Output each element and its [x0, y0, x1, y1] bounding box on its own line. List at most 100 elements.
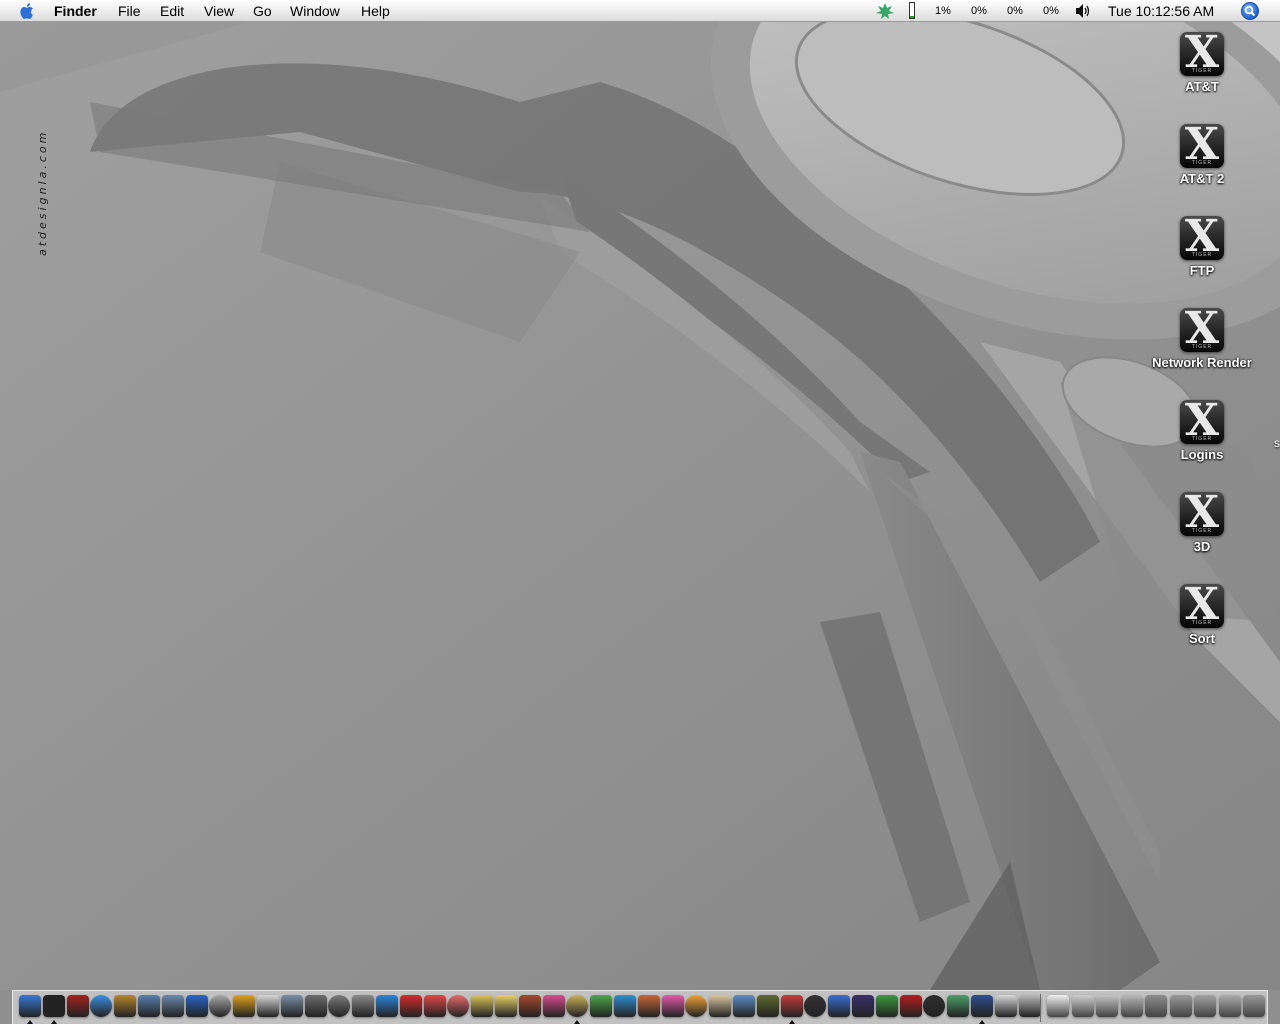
dock-acrobat-distiller-icon[interactable]	[447, 995, 470, 1017]
dock-image-capture-icon[interactable]	[280, 995, 303, 1017]
dock-money-icon[interactable]	[233, 995, 256, 1017]
desktop-icon-label: Logins	[1180, 447, 1224, 462]
dock-trash-icon[interactable]	[1243, 995, 1265, 1017]
dock-dreamweaver-icon[interactable]	[875, 995, 898, 1017]
dock-photo-app-icon[interactable]	[471, 995, 494, 1017]
tiger-x-icon: X TIGER	[1180, 400, 1224, 444]
dock-lantern-icon[interactable]	[852, 995, 874, 1017]
desktop-icon-label: FTP	[1189, 263, 1215, 278]
dock-butterfly-icon[interactable]	[542, 995, 565, 1017]
dock-clapboard-icon[interactable]	[804, 995, 827, 1017]
menu-clock[interactable]: Tue 10:12:56 AM	[1108, 2, 1214, 20]
dock-utility-a-icon[interactable]	[304, 995, 327, 1017]
desktop-icon-att[interactable]: X TIGER AT&T	[1144, 32, 1260, 94]
dock-window-d-icon[interactable]	[1218, 995, 1241, 1017]
tiger-x-icon: X TIGER	[1180, 216, 1224, 260]
running-indicator	[979, 1020, 985, 1024]
dock-dictionary-icon[interactable]	[66, 995, 89, 1017]
leaf-icon[interactable]	[874, 2, 896, 20]
desktop-icon-ftp[interactable]: X TIGER FTP	[1144, 216, 1260, 278]
dock-flash-icon[interactable]	[899, 995, 922, 1017]
dock-doc-stack-c-icon[interactable]	[1120, 995, 1143, 1017]
dock-dvd-player-icon[interactable]	[42, 995, 65, 1017]
dock-flash-player-icon[interactable]	[923, 995, 946, 1017]
menu-go[interactable]: Go	[253, 2, 272, 20]
wallpaper-watermark: atdesignla.com	[36, 129, 49, 257]
dock-flower-b-icon[interactable]	[685, 995, 708, 1017]
dock-target-icon[interactable]	[780, 995, 803, 1017]
dock-address-book-icon[interactable]	[114, 995, 137, 1017]
apple-menu-icon[interactable]	[18, 2, 38, 20]
dock-word-icon[interactable]	[971, 995, 993, 1017]
dock-preview-icon[interactable]	[138, 995, 160, 1017]
dock-flower-a-icon[interactable]	[661, 995, 684, 1017]
desktop-icon-att-2[interactable]: X TIGER AT&T 2	[1144, 124, 1260, 186]
cpu-meter-4[interactable]: 0%	[1043, 3, 1059, 19]
dock-sun-app-icon[interactable]	[495, 995, 517, 1017]
tiger-x-icon: X TIGER	[1180, 492, 1224, 536]
dock-textedit-icon[interactable]	[257, 995, 279, 1017]
dock-quicktime-icon[interactable]	[376, 995, 398, 1017]
cpu-meter-1[interactable]: 1%	[935, 3, 951, 19]
dock-wave-app-icon[interactable]	[614, 995, 636, 1017]
spotlight-icon[interactable]	[1241, 2, 1259, 20]
dock-script-editor-icon[interactable]	[709, 995, 732, 1017]
wallpaper	[0, 22, 1280, 990]
dock-calculator-icon[interactable]	[209, 995, 232, 1017]
menu-window[interactable]: Window	[290, 2, 340, 20]
menu-edit[interactable]: Edit	[160, 2, 184, 20]
cpu-meter-3[interactable]: 0%	[1007, 3, 1023, 19]
desktop-icon-logins[interactable]: X TIGER Logins	[1144, 400, 1260, 462]
running-indicator	[574, 1020, 581, 1024]
menu-app-finder[interactable]: Finder	[54, 2, 97, 20]
dock-utility-c-icon[interactable]	[352, 995, 375, 1017]
desktop-icon-label: Sort	[1189, 631, 1215, 646]
desktop-icon-label: 3D	[1193, 539, 1211, 554]
desktop[interactable]: atdesignla.com	[0, 22, 1280, 990]
tiger-x-icon: X TIGER	[1180, 308, 1224, 352]
desktop-icon-label: AT&T 2	[1179, 171, 1225, 186]
dock	[12, 990, 1268, 1024]
cpu-meter-2[interactable]: 0%	[971, 3, 987, 19]
dock-eye-app-icon[interactable]	[566, 995, 589, 1017]
memory-meter[interactable]	[909, 2, 915, 19]
dock-doc-stack-b-icon[interactable]	[1096, 995, 1118, 1017]
dock-puzzle-icon[interactable]	[733, 995, 755, 1017]
tiger-x-icon: X TIGER	[1180, 32, 1224, 76]
running-indicator	[27, 1020, 33, 1024]
desktop-icon-label: AT&T	[1185, 79, 1219, 94]
offscreen-icon-label[interactable]: s	[1274, 436, 1280, 450]
running-indicator	[788, 1020, 795, 1024]
dock-document-icon[interactable]	[1047, 995, 1069, 1017]
dock-doc-stack-a-icon[interactable]	[1071, 995, 1094, 1017]
menu-file[interactable]: File	[118, 2, 141, 20]
dock-map-tool-icon[interactable]	[756, 995, 779, 1017]
dock-pencil-icon[interactable]	[590, 995, 613, 1017]
desktop-icon-network-render[interactable]: X TIGER Network Render	[1144, 308, 1260, 370]
tiger-x-icon: X TIGER	[1180, 124, 1224, 168]
desktop-icon-3d[interactable]: X TIGER 3D	[1144, 492, 1260, 554]
dock-finder-icon[interactable]	[19, 995, 41, 1017]
volume-icon[interactable]	[1074, 3, 1092, 19]
dock-internet-explorer-icon[interactable]	[185, 995, 208, 1017]
dock-utility-b-icon[interactable]	[328, 995, 351, 1017]
dock-shapes-icon[interactable]	[828, 995, 851, 1017]
dock-window-c-icon[interactable]	[1194, 995, 1216, 1017]
dock-window-b-icon[interactable]	[1169, 995, 1192, 1017]
dock-portrait-icon[interactable]	[637, 995, 660, 1017]
dock-acrobat-icon[interactable]	[399, 995, 422, 1017]
menu-bar: Finder File Edit View Go Window Help 1% …	[0, 0, 1280, 22]
running-indicator	[50, 1020, 57, 1024]
dock-network-utility-icon[interactable]	[161, 995, 184, 1017]
dock-iphoto-icon[interactable]	[1018, 995, 1041, 1017]
dock-acrobat-reader-icon[interactable]	[423, 995, 446, 1017]
dock-safari-icon[interactable]	[90, 995, 113, 1017]
desktop-icon-label: Network Render	[1152, 355, 1252, 370]
dock-window-a-icon[interactable]	[1145, 995, 1167, 1017]
desktop-icon-sort[interactable]: X TIGER Sort	[1144, 584, 1260, 646]
menu-view[interactable]: View	[204, 2, 234, 20]
menu-help[interactable]: Help	[361, 2, 390, 20]
dock-eraser-icon[interactable]	[994, 995, 1017, 1017]
dock-ftp-client-icon[interactable]	[518, 995, 541, 1017]
dock-itunes-icon[interactable]	[947, 995, 970, 1017]
